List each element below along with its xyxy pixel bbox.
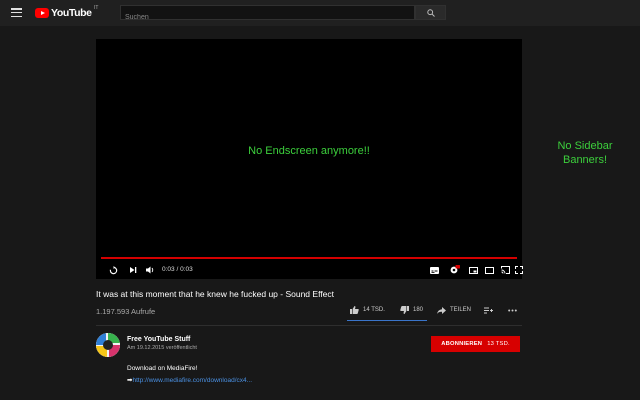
channel-name[interactable]: Free YouTube Stuff xyxy=(127,336,190,343)
divider xyxy=(96,325,522,326)
share-icon xyxy=(437,306,446,314)
dislike-count: 180 xyxy=(413,307,424,313)
progress-bar[interactable] xyxy=(101,257,517,259)
subtitles-icon[interactable] xyxy=(429,264,439,276)
youtube-logo-text: YouTube xyxy=(51,7,92,19)
like-button[interactable]: 14 TSD. xyxy=(350,303,385,317)
publish-date: Am 19.12.2015 veröffentlicht xyxy=(127,345,197,351)
theater-mode-icon[interactable] xyxy=(484,264,494,276)
next-icon[interactable] xyxy=(128,264,137,276)
fullscreen-icon[interactable] xyxy=(514,264,524,276)
video-player[interactable]: No Endscreen anymore!! 0:03 / 0:03 xyxy=(96,39,524,279)
sidebar-note-line2: Banners! xyxy=(562,154,608,166)
search-button[interactable] xyxy=(415,5,446,20)
cast-icon[interactable] xyxy=(500,264,510,276)
search-input[interactable] xyxy=(121,11,414,24)
search-box xyxy=(120,5,415,24)
sidebar-note-line1: No Sidebar xyxy=(557,140,613,152)
thumbs-up-icon xyxy=(350,306,359,314)
description-line: Download on MediaFire! xyxy=(127,365,198,372)
more-options-button[interactable] xyxy=(508,303,517,317)
add-to-playlist-button[interactable] xyxy=(484,303,493,317)
volume-icon[interactable] xyxy=(145,264,155,276)
replay-icon[interactable] xyxy=(108,264,118,276)
sidebar-note: No Sidebar Banners! xyxy=(550,139,620,167)
logo-country-code: IT xyxy=(94,5,99,11)
subscriber-count: 13 TSD. xyxy=(487,341,510,347)
time-display: 0:03 / 0:03 xyxy=(162,266,193,273)
subscribe-button[interactable]: ABONNIEREN 13 TSD. xyxy=(431,336,520,352)
mediafire-link[interactable]: http://www.mediafire.com/download/cx4... xyxy=(132,377,252,384)
player-controls: 0:03 / 0:03 xyxy=(96,263,524,277)
hamburger-menu-icon[interactable] xyxy=(11,8,22,18)
share-label: TEILEN xyxy=(450,307,472,313)
video-title: It was at this moment that he knew he fu… xyxy=(96,289,334,299)
channel-avatar[interactable] xyxy=(96,333,120,357)
miniplayer-icon[interactable] xyxy=(468,264,478,276)
search-icon xyxy=(427,9,435,17)
subscribe-label: ABONNIEREN xyxy=(441,341,483,347)
settings-icon[interactable] xyxy=(448,264,460,276)
add-to-playlist-icon xyxy=(484,307,493,313)
thumbs-down-icon xyxy=(400,306,409,314)
description-link-line: ➡http://www.mediafire.com/download/cx4..… xyxy=(127,376,252,384)
youtube-play-icon xyxy=(35,8,49,18)
share-button[interactable]: TEILEN xyxy=(437,303,471,317)
like-ratio-bar xyxy=(347,320,427,321)
view-count: 1.197.593 Aufrufe xyxy=(96,307,156,316)
endscreen-note: No Endscreen anymore!! xyxy=(248,145,370,157)
like-count: 14 TSD. xyxy=(363,307,385,313)
more-options-icon xyxy=(508,309,517,311)
dislike-button[interactable]: 180 xyxy=(400,303,423,317)
masthead: YouTube IT xyxy=(0,0,640,26)
